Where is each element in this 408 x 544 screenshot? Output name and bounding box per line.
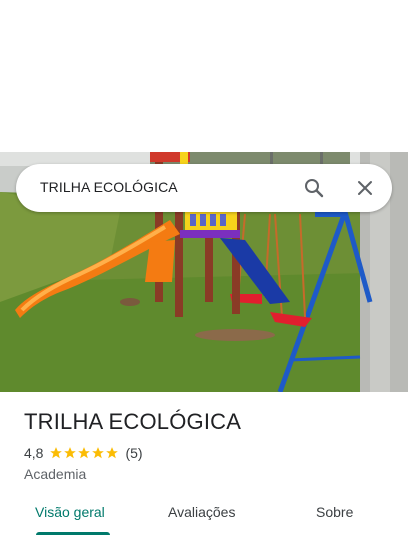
place-category: Academia <box>24 466 87 482</box>
tab-reviews[interactable]: Avaliações <box>168 504 235 520</box>
active-tab-indicator <box>36 532 110 535</box>
search-query[interactable]: TRILHA ECOLÓGICA <box>40 179 178 195</box>
star-rating <box>49 446 119 460</box>
star-icon <box>92 447 105 459</box>
blank-header-area <box>0 0 408 152</box>
rating-value: 4,8 <box>24 445 44 461</box>
tab-about[interactable]: Sobre <box>316 504 353 520</box>
star-icon <box>106 447 119 459</box>
tab-overview[interactable]: Visão geral <box>35 504 105 520</box>
rating-row[interactable]: 4,8 (5) <box>24 444 143 462</box>
tab-bar: Visão geral Avaliações Sobre <box>0 492 408 544</box>
place-title: TRILHA ECOLÓGICA <box>24 409 242 434</box>
star-icon <box>78 447 91 459</box>
star-icon <box>50 447 63 459</box>
search-icon[interactable] <box>302 176 326 200</box>
star-icon <box>64 447 77 459</box>
search-bar[interactable]: TRILHA ECOLÓGICA <box>16 164 392 212</box>
close-icon[interactable] <box>353 176 377 200</box>
review-count[interactable]: (5) <box>125 445 142 461</box>
